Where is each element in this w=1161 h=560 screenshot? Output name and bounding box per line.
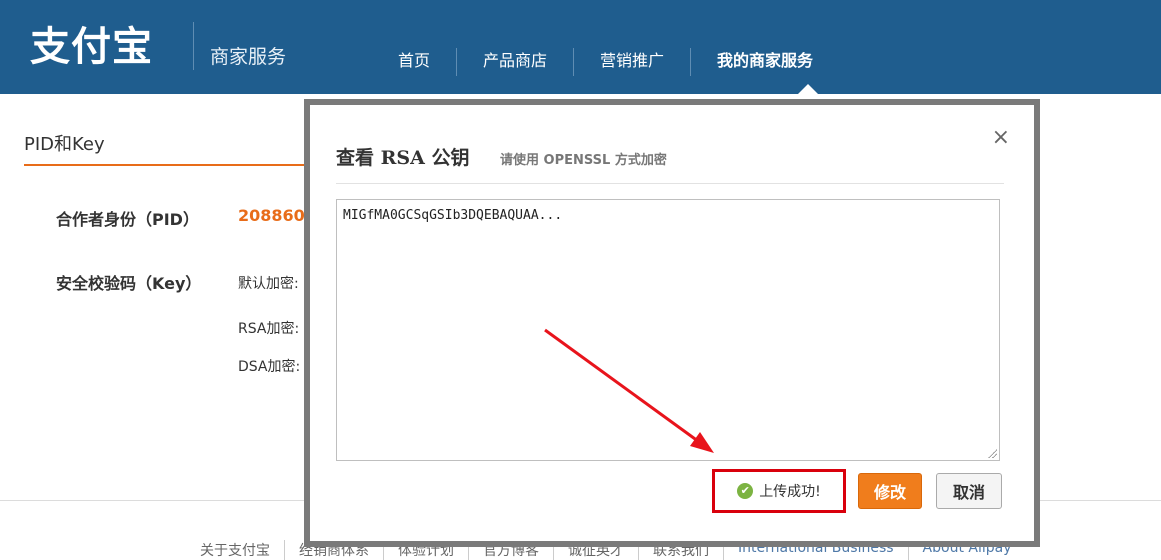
close-icon[interactable]: × — [992, 125, 1010, 150]
top-header: 支付宝 商家服务 首页 产品商店 营销推广 我的商家服务 — [0, 0, 1161, 94]
rsa-encrypt-label: RSA加密: — [238, 321, 300, 337]
default-encrypt-label: 默认加密: — [238, 276, 299, 292]
dsa-encrypt-label: DSA加密: — [238, 359, 301, 375]
main-nav: 首页 产品商店 营销推广 我的商家服务 — [372, 48, 839, 76]
header-divider — [193, 22, 194, 70]
modify-button[interactable]: 修改 — [858, 473, 922, 509]
public-key-textarea[interactable]: MIGfMA0GCSqGSIb3DQEBAQUAA... — [336, 199, 1000, 461]
dialog-title: 查看 RSA 公钥 — [336, 147, 470, 169]
cancel-button[interactable]: 取消 — [936, 473, 1002, 509]
upload-success-status: ✔ 上传成功! — [712, 469, 846, 513]
public-key-text: MIGfMA0GCSqGSIb3DQEBAQUAA... — [343, 208, 563, 223]
nav-marketing[interactable]: 营销推广 — [573, 48, 690, 76]
dialog-divider — [336, 183, 1004, 184]
alipay-logo[interactable]: 支付宝 — [30, 14, 153, 72]
nav-product-store[interactable]: 产品商店 — [456, 48, 573, 76]
upload-success-text: 上传成功! — [759, 484, 821, 500]
check-circle-icon: ✔ — [737, 483, 754, 499]
pid-label: 合作者身份（PID） — [56, 210, 199, 229]
section-underline — [24, 164, 314, 166]
nav-home[interactable]: 首页 — [372, 48, 456, 76]
key-label: 安全校验码（Key） — [56, 274, 202, 293]
dialog-hint: 请使用 OPENSSL 方式加密 — [500, 153, 667, 168]
resize-grip-icon[interactable] — [987, 448, 997, 458]
rsa-key-dialog: 查看 RSA 公钥 请使用 OPENSSL 方式加密 × MIGfMA0GCSq… — [304, 99, 1040, 547]
nav-active-caret — [798, 84, 818, 94]
header-subtitle: 商家服务 — [210, 46, 287, 68]
nav-my-merchant-service[interactable]: 我的商家服务 — [690, 48, 839, 76]
section-title: PID和Key — [24, 134, 105, 155]
pid-value: 208860 — [238, 206, 305, 225]
footer-link-about[interactable]: 关于支付宝 — [186, 540, 284, 560]
